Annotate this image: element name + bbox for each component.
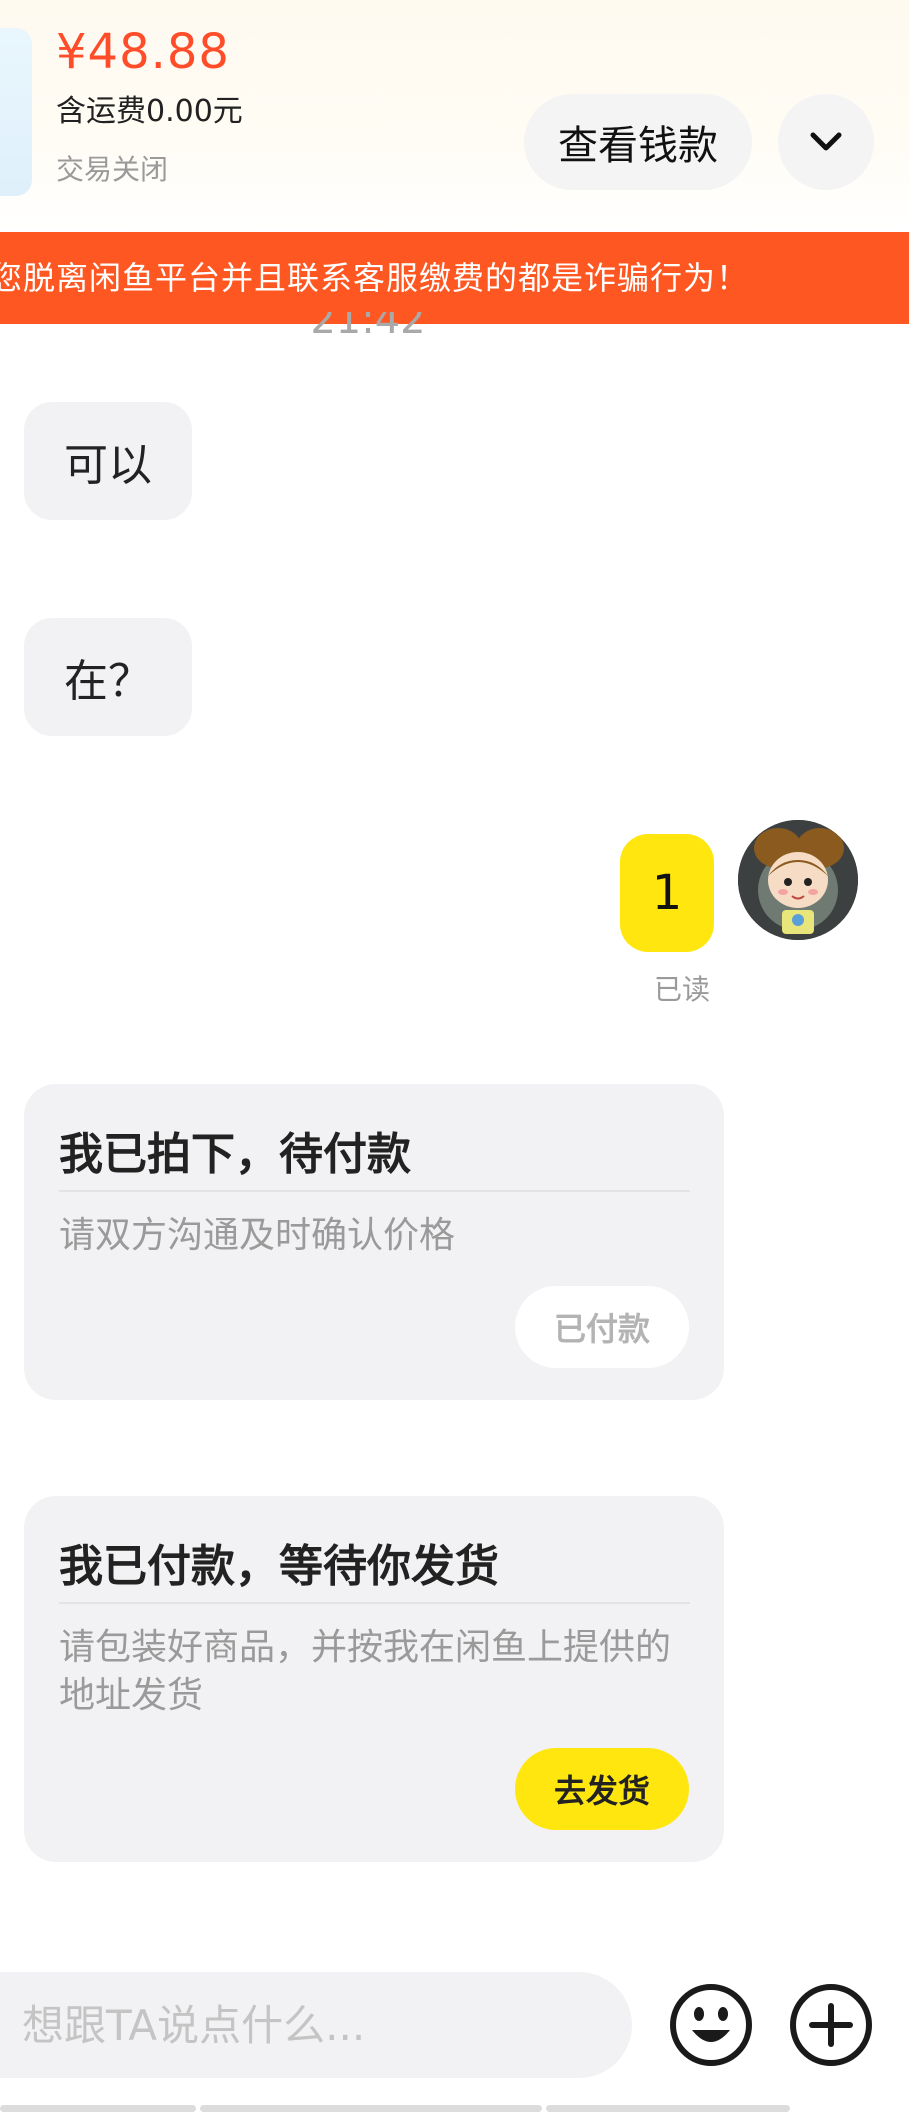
message-input-bar — [0, 1972, 632, 2078]
message-timestamp: 21:42 — [310, 312, 426, 343]
shipping-fee: 含运费0.00元 — [56, 94, 243, 129]
product-thumbnail[interactable] — [0, 28, 32, 196]
read-receipt: 已读 — [654, 973, 711, 1006]
emoji-icon — [670, 1984, 752, 2066]
trade-status: 交易关闭 — [56, 153, 169, 186]
message-input[interactable] — [22, 2000, 602, 2050]
message-bubble-received[interactable]: 在？ — [24, 618, 192, 736]
scrollbar-segment[interactable] — [200, 2105, 542, 2112]
avatar-image — [738, 820, 858, 940]
view-payment-label: 查看钱款 — [558, 123, 718, 169]
price: ¥48.88 — [56, 24, 230, 80]
emoji-button[interactable] — [668, 1982, 754, 2068]
plus-circle-icon — [790, 1984, 872, 2066]
scrollbar-segment[interactable] — [546, 2105, 790, 2112]
order-status-card: 我已付款，等待你发货 请包装好商品，并按我在闲鱼上提供的地址发货 去发货 — [24, 1496, 724, 1862]
fraud-warning-banner: 您脱离闲鱼平台并且联系客服缴费的都是诈骗行为！ — [0, 232, 909, 324]
paid-button[interactable]: 已付款 — [515, 1286, 689, 1368]
card-description: 请包装好商品，并按我在闲鱼上提供的地址发货 — [59, 1627, 672, 1716]
ship-button[interactable]: 去发货 — [515, 1748, 689, 1830]
message-bubble-sent[interactable]: 1 — [620, 834, 714, 952]
view-payment-button[interactable]: 查看钱款 — [524, 94, 752, 190]
card-divider — [59, 1602, 690, 1604]
message-bubble-received[interactable]: 可以 — [24, 402, 192, 520]
card-divider — [59, 1190, 690, 1192]
expand-button[interactable] — [778, 94, 874, 190]
fraud-warning-text: 您脱离闲鱼平台并且联系客服缴费的都是诈骗行为！ — [0, 259, 750, 297]
order-status-card: 我已拍下，待付款 请双方沟通及时确认价格 已付款 — [24, 1084, 724, 1400]
more-actions-button[interactable] — [788, 1982, 874, 2068]
avatar[interactable] — [738, 820, 858, 940]
card-title: 我已付款，等待你发货 — [59, 1541, 499, 1592]
scrollbar-segment[interactable] — [0, 2105, 196, 2112]
chevron-down-icon — [810, 132, 842, 151]
card-description: 请双方沟通及时确认价格 — [59, 1215, 456, 1256]
card-title: 我已拍下，待付款 — [59, 1129, 411, 1180]
